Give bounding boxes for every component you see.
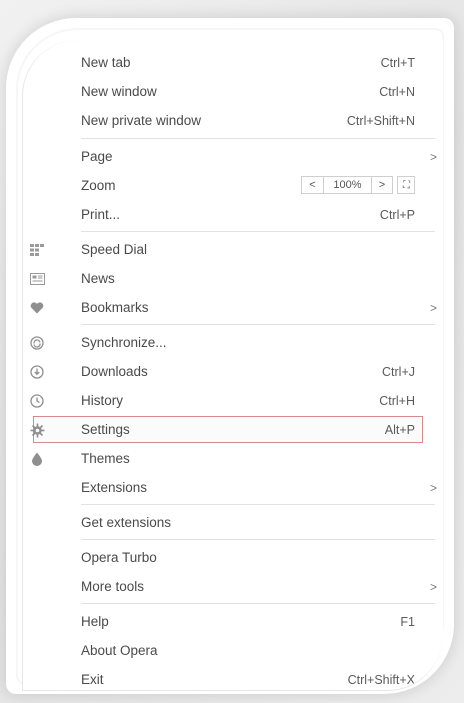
menu-item-downloads[interactable]: Downloads Ctrl+J	[23, 357, 443, 386]
menu-item-label: Print...	[81, 207, 121, 222]
menu-item-page[interactable]: Page >	[23, 142, 443, 171]
menu-item-label: Page	[81, 149, 113, 164]
submenu-arrow-icon: >	[429, 480, 437, 495]
download-icon	[29, 364, 45, 380]
menu-item-print[interactable]: Print... Ctrl+P	[23, 200, 443, 229]
menu-item-themes[interactable]: Themes	[23, 444, 443, 473]
speed-dial-icon	[29, 242, 45, 258]
shortcut-label: Ctrl+Shift+N	[346, 113, 415, 128]
shortcut-label: Ctrl+Shift+X	[347, 672, 415, 687]
menu-item-label: Exit	[81, 672, 104, 687]
menu-item-speed-dial[interactable]: Speed Dial	[23, 235, 443, 264]
menu-item-label: Themes	[81, 451, 130, 466]
shortcut-label: Ctrl+N	[379, 84, 415, 99]
menu-separator	[81, 504, 435, 505]
menu-item-help[interactable]: Help F1	[23, 607, 443, 636]
opera-main-menu: New tab Ctrl+T New window Ctrl+N New pri…	[22, 40, 443, 691]
menu-item-label: News	[81, 271, 115, 286]
zoom-level: 100%	[323, 176, 371, 194]
menu-separator	[81, 539, 435, 540]
menu-item-extensions[interactable]: Extensions >	[23, 473, 443, 502]
menu-item-label: Opera Turbo	[81, 550, 157, 565]
menu-item-history[interactable]: History Ctrl+H	[23, 386, 443, 415]
menu-item-label: More tools	[81, 579, 145, 594]
shortcut-label: Ctrl+T	[380, 55, 415, 70]
menu-item-synchronize[interactable]: Synchronize...	[23, 328, 443, 357]
shortcut-label: Ctrl+P	[379, 207, 415, 222]
menu-item-zoom: Zoom < 100% > ⛶	[23, 171, 443, 200]
shortcut-label: Ctrl+H	[379, 393, 415, 408]
menu-item-more-tools[interactable]: More tools >	[23, 572, 443, 601]
menu-item-label: Speed Dial	[81, 242, 148, 257]
sync-icon	[29, 335, 45, 351]
zoom-control: < 100% > ⛶	[301, 176, 415, 194]
submenu-arrow-icon: >	[429, 300, 437, 315]
menu-separator	[81, 603, 435, 604]
menu-item-label: Bookmarks	[81, 300, 149, 315]
menu-item-label: Get extensions	[81, 515, 172, 530]
menu-item-label: History	[81, 393, 124, 408]
heart-icon	[29, 300, 45, 316]
menu-item-news[interactable]: News	[23, 264, 443, 293]
menu-item-label: Downloads	[81, 364, 148, 379]
menu-item-label: New tab	[81, 55, 131, 70]
menu-item-label: Settings	[81, 422, 130, 437]
submenu-arrow-icon: >	[429, 149, 437, 164]
gear-icon	[29, 422, 45, 438]
drop-icon	[29, 451, 45, 467]
menu-item-label: Synchronize...	[81, 335, 167, 350]
menu-item-settings[interactable]: Settings Alt+P	[23, 415, 443, 444]
shortcut-label: F1	[400, 614, 415, 629]
menu-item-label: New window	[81, 84, 157, 99]
menu-item-bookmarks[interactable]: Bookmarks >	[23, 293, 443, 322]
menu-separator	[81, 231, 435, 232]
menu-item-label: New private window	[81, 113, 202, 128]
menu-item-new-private-window[interactable]: New private window Ctrl+Shift+N	[23, 106, 443, 135]
menu-item-exit[interactable]: Exit Ctrl+Shift+X	[23, 665, 443, 690]
menu-item-new-window[interactable]: New window Ctrl+N	[23, 77, 443, 106]
zoom-stepper: < 100% >	[301, 176, 393, 194]
menu-item-label: Help	[81, 614, 109, 629]
shortcut-label: Ctrl+J	[382, 364, 415, 379]
menu-item-about-opera[interactable]: About Opera	[23, 636, 443, 665]
shortcut-label: Alt+P	[384, 422, 415, 437]
zoom-out-button[interactable]: <	[301, 176, 323, 194]
clock-icon	[29, 393, 45, 409]
news-icon	[29, 271, 45, 287]
menu-item-new-tab[interactable]: New tab Ctrl+T	[23, 48, 443, 77]
menu-item-label: About Opera	[81, 643, 158, 658]
menu-item-label: Zoom	[81, 178, 116, 193]
menu-item-get-extensions[interactable]: Get extensions	[23, 508, 443, 537]
menu-separator	[81, 324, 435, 325]
menu-separator	[81, 138, 435, 139]
zoom-in-button[interactable]: >	[371, 176, 393, 194]
menu-item-opera-turbo[interactable]: Opera Turbo	[23, 543, 443, 572]
menu-item-label: Extensions	[81, 480, 148, 495]
fullscreen-button[interactable]: ⛶	[397, 176, 415, 194]
submenu-arrow-icon: >	[429, 579, 437, 594]
